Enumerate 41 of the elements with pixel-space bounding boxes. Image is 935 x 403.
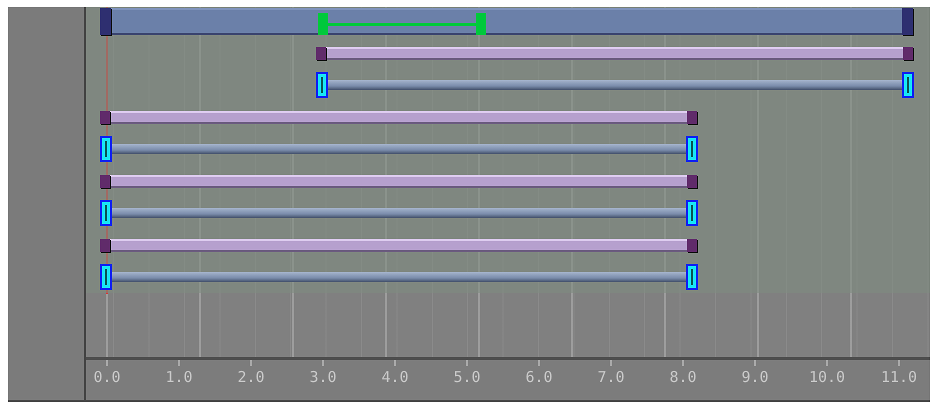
range-end-handle[interactable] bbox=[902, 72, 914, 98]
ruler-label: 7.0 bbox=[597, 368, 625, 386]
master-start-handle[interactable] bbox=[100, 8, 111, 35]
ruler-label: 10.0 bbox=[808, 368, 846, 386]
ruler-label: 0.0 bbox=[93, 368, 121, 386]
clip-start-handle[interactable] bbox=[100, 175, 110, 188]
clip-start-handle[interactable] bbox=[316, 47, 326, 60]
range-bar[interactable] bbox=[328, 80, 902, 90]
ruler-label: 6.0 bbox=[525, 368, 553, 386]
range-bar[interactable] bbox=[112, 208, 686, 218]
master-end-handle[interactable] bbox=[902, 8, 914, 35]
ruler-label: 3.0 bbox=[309, 368, 337, 386]
range-bar[interactable] bbox=[112, 144, 686, 154]
ruler-label: 5.0 bbox=[453, 368, 481, 386]
ruler-label: 11.0 bbox=[880, 368, 918, 386]
clip-end-handle[interactable] bbox=[687, 239, 698, 252]
range-bar[interactable] bbox=[112, 272, 686, 282]
clip-end-handle[interactable] bbox=[903, 47, 914, 60]
ruler-label: 1.0 bbox=[165, 368, 193, 386]
ruler-label: 4.0 bbox=[381, 368, 409, 386]
clip-start-handle[interactable] bbox=[100, 239, 110, 252]
clip-bar[interactable] bbox=[110, 111, 688, 124]
range-start-handle[interactable] bbox=[100, 200, 112, 226]
clip-end-handle[interactable] bbox=[687, 175, 698, 188]
master-clip-bar[interactable] bbox=[111, 8, 902, 35]
range-start-handle[interactable] bbox=[316, 72, 328, 98]
clip-start-handle[interactable] bbox=[100, 111, 110, 124]
clip-bar[interactable] bbox=[110, 175, 688, 188]
clip-bar[interactable] bbox=[326, 47, 904, 60]
ruler-label: 2.0 bbox=[237, 368, 265, 386]
clip-bar[interactable] bbox=[110, 239, 688, 252]
selection-range[interactable] bbox=[318, 13, 486, 35]
ruler-label: 9.0 bbox=[741, 368, 769, 386]
range-end-handle[interactable] bbox=[686, 136, 698, 162]
range-start-handle[interactable] bbox=[100, 264, 112, 290]
playhead-line[interactable] bbox=[106, 7, 108, 294]
ruler-label: 8.0 bbox=[669, 368, 697, 386]
range-end-handle[interactable] bbox=[686, 200, 698, 226]
range-end-handle[interactable] bbox=[686, 264, 698, 290]
clip-end-handle[interactable] bbox=[687, 111, 698, 124]
range-start-handle[interactable] bbox=[100, 136, 112, 162]
